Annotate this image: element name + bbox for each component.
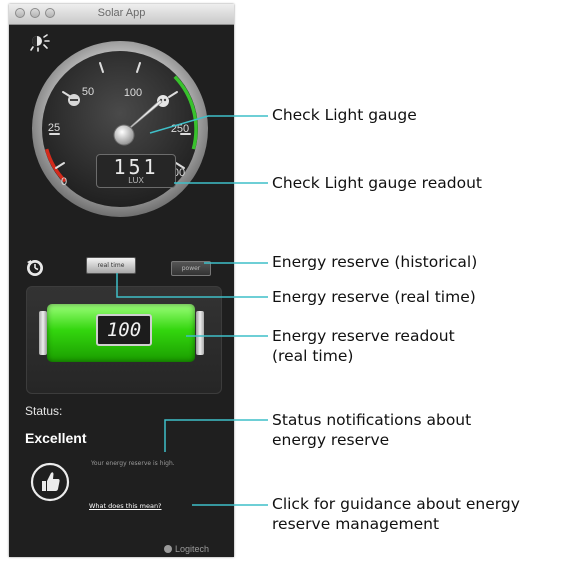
callout-text-line: energy reserve <box>272 431 390 449</box>
callout-status-notifications: Status notifications about energy reserv… <box>272 410 471 450</box>
callout-text-line: (real time) <box>272 347 354 365</box>
callout-energy-readout: Energy reserve readout (real time) <box>272 326 455 366</box>
callout-text-line: Energy reserve readout <box>272 327 455 345</box>
callout-text-line: Energy reserve (historical) <box>272 253 478 271</box>
callout-text-line: Check Light gauge <box>272 106 417 124</box>
callout-line <box>149 115 268 134</box>
callout-text-line: Status notifications about <box>272 411 472 429</box>
callout-guidance: Click for guidance about energy reserve … <box>272 494 520 534</box>
callout-line <box>164 419 268 452</box>
callout-energy-historical: Energy reserve (historical) <box>272 252 477 272</box>
callout-text-line: reserve management <box>272 515 440 533</box>
callout-text-line: Energy reserve (real time) <box>272 288 476 306</box>
callout-text-line: Check Light gauge readout <box>272 174 482 192</box>
callout-lines <box>116 115 268 506</box>
callout-gauge-readout: Check Light gauge readout <box>272 173 482 193</box>
callout-check-light-gauge: Check Light gauge <box>272 105 417 125</box>
callout-line <box>116 273 268 298</box>
callout-energy-realtime: Energy reserve (real time) <box>272 287 476 307</box>
callout-text-line: Click for guidance about energy <box>272 495 520 513</box>
